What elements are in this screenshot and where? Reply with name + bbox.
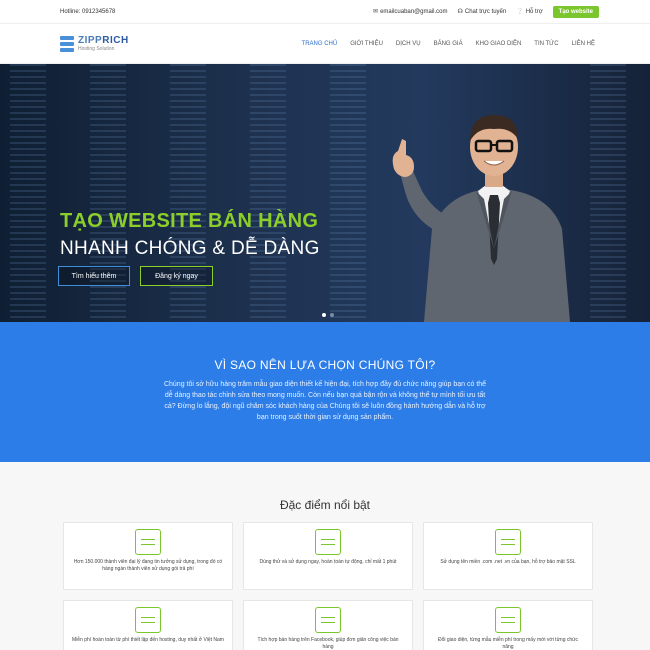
feature-card: Đổi giao diện, từng mẫu miễn phí trong m… — [423, 600, 593, 650]
feature-card: Tích hợp bán hàng trên Facebook, giúp đơ… — [243, 600, 413, 650]
hero-banner: TẠO WEBSITE BÁN HÀNG NHANH CHÓNG & DỄ DÀ… — [0, 64, 650, 322]
envelope-icon: ✉ — [373, 9, 379, 15]
nav-pricing[interactable]: BẢNG GIÁ — [434, 41, 463, 47]
nav-themes[interactable]: KHO GIAO DIỆN — [476, 41, 522, 47]
nav-home[interactable]: TRANG CHỦ — [302, 41, 338, 47]
brand-name-a: ZIPP — [78, 35, 103, 46]
chat-link[interactable]: ☊ Chat trực tuyến — [457, 8, 507, 16]
feature-text: Tích hợp bán hàng trên Facebook, giúp đơ… — [257, 637, 399, 650]
server-rack-decoration — [10, 64, 46, 322]
feature-card: Miễn phí hoàn toàn từ phí thiết lập đến … — [63, 600, 233, 650]
features-heading: Đặc điểm nổi bật — [279, 498, 371, 512]
features-grid: Hơn 150.000 thành viên đại lý đang tin t… — [0, 522, 650, 650]
nav-news[interactable]: TIN TỨC — [534, 41, 558, 47]
theme-settings-icon — [495, 607, 521, 633]
facebook-integration-icon — [315, 607, 341, 633]
plant-growth-icon — [135, 607, 161, 633]
why-us-section: VÌ SAO NÊN LỰA CHỌN CHÚNG TÔI? Chúng tôi… — [0, 322, 650, 462]
server-rack-decoration — [590, 64, 626, 322]
businessman-image — [392, 115, 570, 322]
hero-title-line2: NHANH CHÓNG & DỄ DÀNG — [60, 238, 320, 259]
headset-icon: ☊ — [457, 9, 463, 15]
support-icon: ❔ — [516, 9, 524, 15]
support-link[interactable]: ❔ Hỗ trợ — [516, 8, 542, 16]
features-section: Đặc điểm nổi bật Hơn 150.000 thành viên … — [0, 462, 650, 650]
slider-dot-active[interactable] — [322, 313, 326, 317]
server-stack-icon — [60, 35, 74, 52]
brand-tagline: Hosting Solution — [78, 46, 115, 52]
register-button[interactable]: Đăng ký ngay — [140, 266, 213, 286]
mobile-devices-icon — [315, 529, 341, 555]
feature-text: Đổi giao diện, từng mẫu miễn phí trong m… — [438, 637, 578, 650]
learn-more-button[interactable]: Tìm hiểu thêm — [58, 266, 130, 286]
feature-card: Hơn 150.000 thành viên đại lý đang tin t… — [63, 522, 233, 590]
logo[interactable]: ZIPPRICH Hosting Solution — [60, 35, 129, 52]
server-rack-decoration — [250, 64, 286, 322]
hotline-text: Hotline: 0912345678 — [60, 8, 116, 15]
nav-services[interactable]: DỊCH VỤ — [396, 41, 421, 47]
why-us-body: Chúng tôi sở hữu hàng trăm mẫu giao diện… — [163, 381, 487, 421]
feature-text: Miễn phí hoàn toàn từ phí thiết lập đến … — [72, 637, 224, 643]
feature-text: Hơn 150.000 thành viên đại lý đang tin t… — [73, 559, 223, 572]
nav-about[interactable]: GIỚI THIỆU — [350, 41, 383, 47]
main-nav: TRANG CHỦ GIỚI THIỆU DỊCH VỤ BẢNG GIÁ KH… — [302, 41, 595, 47]
feature-text: Dùng thử và sử dụng ngay, hoàn toàn tự đ… — [259, 559, 397, 565]
why-us-heading: VÌ SAO NÊN LỰA CHỌN CHÚNG TÔI? — [214, 358, 436, 372]
feature-card: Sử dụng tên miền .com .net .vn của bạn, … — [423, 522, 593, 590]
server-rack-decoration — [330, 64, 366, 322]
email-link[interactable]: ✉ emailcuaban@gmail.com — [373, 8, 447, 16]
slider-dot[interactable] — [330, 313, 334, 317]
feature-text: Sử dụng tên miền .com .net .vn của bạn, … — [440, 559, 576, 565]
site-header: ZIPPRICH Hosting Solution TRANG CHỦ GIỚI… — [0, 24, 650, 64]
feature-card: Dùng thử và sử dụng ngay, hoàn toàn tự đ… — [243, 522, 413, 590]
top-bar: Hotline: 0912345678 ✉ emailcuaban@gmail.c… — [0, 0, 650, 24]
domain-ssl-icon — [495, 529, 521, 555]
hero-title-line1: TẠO WEBSITE BÁN HÀNG — [60, 210, 319, 232]
nav-contact[interactable]: LIÊN HỆ — [572, 41, 595, 47]
create-website-button[interactable]: Tạo website — [552, 5, 599, 18]
brand-name-b: RICH — [102, 35, 129, 46]
people-network-icon — [135, 529, 161, 555]
